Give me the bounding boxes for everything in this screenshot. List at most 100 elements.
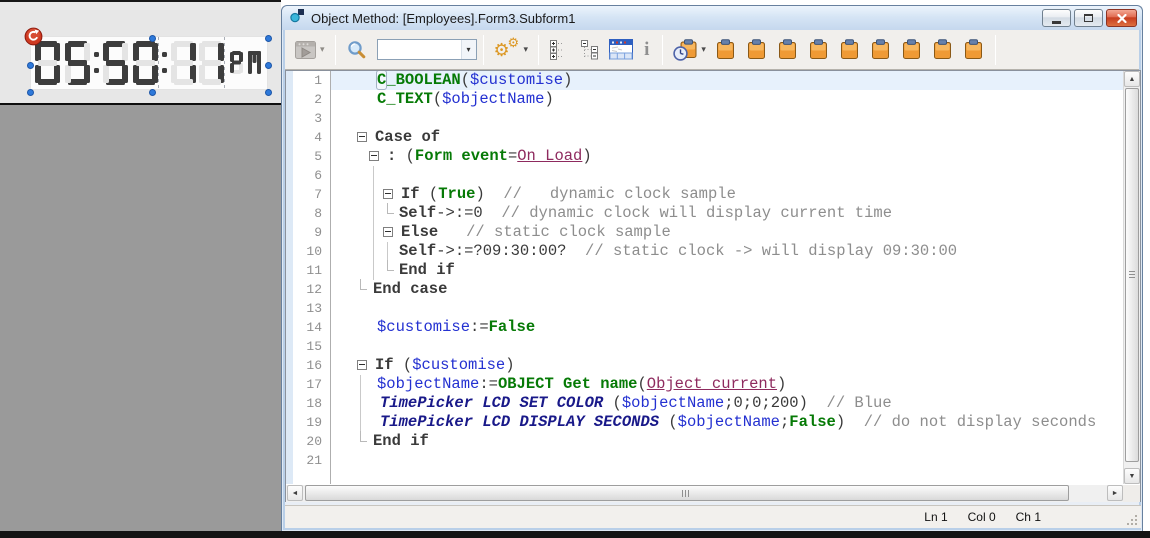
clipboard-button-6[interactable]	[869, 34, 892, 64]
fold-toggle-icon[interactable]	[357, 132, 367, 142]
method-properties-button[interactable]: ⚙ ⚙ ▾	[492, 35, 531, 65]
code-line[interactable]: Case of	[331, 128, 1123, 147]
selection-handle[interactable]	[27, 89, 34, 96]
code-token: // static clock sample	[466, 223, 671, 241]
code-line[interactable]	[331, 451, 1123, 470]
selection-handle[interactable]	[149, 35, 156, 42]
selection-handle[interactable]	[149, 89, 156, 96]
code-line[interactable]: End if	[331, 261, 1123, 280]
collapse-all-button[interactable]	[577, 35, 603, 65]
search-button[interactable]	[344, 35, 369, 65]
resize-grip-icon[interactable]	[1125, 513, 1137, 525]
scroll-right-button[interactable]: ►	[1107, 485, 1123, 501]
code-token: $customise	[470, 71, 563, 89]
macros-button[interactable]	[607, 35, 635, 65]
vertical-scrollbar[interactable]: ▲ ▼	[1123, 71, 1140, 484]
horizontal-scroll-thumb[interactable]	[305, 485, 1069, 501]
code-token: (	[420, 185, 439, 203]
code-token: False	[789, 413, 836, 431]
search-combo-arrow-icon[interactable]: ▾	[461, 40, 476, 59]
code-line[interactable]: If (True) // dynamic clock sample	[331, 185, 1123, 204]
selection-handle[interactable]	[265, 35, 272, 42]
clipboard-button-5[interactable]	[838, 34, 861, 64]
code-token: $customise	[412, 356, 505, 374]
code-token: )	[582, 147, 591, 165]
code-line[interactable]: C_BOOLEAN($customise)	[331, 71, 1123, 90]
code-line[interactable]	[331, 299, 1123, 318]
code-token: If	[375, 356, 394, 374]
indent-guide	[373, 166, 374, 185]
scroll-up-button[interactable]: ▲	[1124, 71, 1140, 87]
code-line[interactable]: If ($customise)	[331, 356, 1123, 375]
run-dropdown-icon[interactable]: ▾	[320, 44, 325, 55]
code-token: (	[637, 375, 646, 393]
code-line[interactable]: $objectName:=OBJECT Get name(Object curr…	[331, 375, 1123, 394]
code-line[interactable]: End if	[331, 432, 1123, 451]
search-input[interactable]	[378, 40, 461, 59]
clipboard-button-9[interactable]	[962, 34, 985, 64]
maximize-button[interactable]	[1074, 9, 1103, 27]
code-token: ->:=0	[436, 204, 501, 222]
code-token: Case of	[375, 128, 440, 146]
close-button[interactable]	[1106, 9, 1137, 27]
paste-history-dropdown-icon[interactable]: ▾	[701, 44, 706, 55]
selection-handle[interactable]	[27, 62, 34, 69]
scroll-down-button[interactable]: ▼	[1124, 468, 1140, 484]
code-line[interactable]: TimePicker LCD SET COLOR ($objectName;0;…	[331, 394, 1123, 413]
scroll-left-button[interactable]: ◄	[287, 485, 303, 501]
code-token: End if	[399, 261, 455, 279]
clipboard-button-8[interactable]	[931, 34, 954, 64]
clipboard-button-7[interactable]	[900, 34, 923, 64]
code-line[interactable]	[331, 109, 1123, 128]
caret-position-fields: Ln 1 Col 0 Ch 1	[924, 510, 1041, 524]
timepicker-lcd-widget[interactable]	[30, 36, 268, 90]
code-line[interactable]	[331, 166, 1123, 185]
clipboard-button-1[interactable]	[714, 34, 737, 64]
gears-icon: ⚙ ⚙	[494, 37, 521, 63]
breakpoint-margin[interactable]	[286, 71, 293, 484]
selection-handle[interactable]	[265, 62, 272, 69]
fold-toggle-icon[interactable]	[383, 227, 393, 237]
code-line[interactable]: Self->:=?09:30:00? // static clock -> wi…	[331, 242, 1123, 261]
clipboard-buttons	[710, 34, 989, 65]
expand-all-icon	[549, 39, 571, 60]
toolbar-separator	[662, 35, 663, 65]
fold-toggle-icon[interactable]	[357, 360, 367, 370]
vertical-scroll-thumb[interactable]	[1125, 88, 1139, 462]
paste-history-menu-button[interactable]: ▾	[671, 35, 708, 65]
clipboard-button-2[interactable]	[745, 34, 768, 64]
fold-toggle-icon[interactable]	[383, 189, 393, 199]
search-combobox[interactable]: ▾	[377, 39, 477, 60]
code-token: :=	[479, 375, 498, 393]
clipboard-button-4[interactable]	[807, 34, 830, 64]
fold-toggle-icon[interactable]	[369, 151, 379, 161]
properties-dropdown-icon[interactable]: ▾	[524, 44, 529, 55]
code-line[interactable]: C_TEXT($objectName)	[331, 90, 1123, 109]
scroll-thumb-grip-icon	[1129, 271, 1135, 280]
title-bar[interactable]: Object Method: [Employees].Form3.Subform…	[282, 6, 1142, 30]
code-line[interactable]: $customise:=False	[331, 318, 1123, 337]
code-line[interactable]	[331, 337, 1123, 356]
code-token: )	[563, 71, 572, 89]
object-method-badge-icon[interactable]	[24, 27, 43, 46]
code-area[interactable]: C_BOOLEAN($customise)C_TEXT($objectName)…	[331, 71, 1123, 484]
code-line[interactable]: TimePicker LCD DISPLAY SECONDS ($objectN…	[331, 413, 1123, 432]
code-line[interactable]: Self->:=0 // dynamic clock will display …	[331, 204, 1123, 223]
scroll-right-icon: ►	[1112, 490, 1119, 497]
horizontal-scrollbar[interactable]: ◄ ►	[286, 485, 1123, 502]
expand-all-button[interactable]	[547, 35, 573, 65]
line-number-gutter[interactable]: 123456789101112131415161718192021	[286, 71, 331, 484]
code-line[interactable]: Else // static clock sample	[331, 223, 1123, 242]
selection-handle[interactable]	[265, 89, 272, 96]
close-icon	[1117, 14, 1127, 23]
minimize-button[interactable]	[1042, 9, 1071, 27]
run-method-button[interactable]: ▾	[293, 35, 327, 65]
clipboard-button-3[interactable]	[776, 34, 799, 64]
code-line[interactable]: : (Form event=On Load)	[331, 147, 1123, 166]
block-end-mark	[360, 279, 367, 290]
window-controls	[1039, 9, 1137, 27]
status-bar: Ln 1 Col 0 Ch 1	[285, 505, 1141, 528]
code-line[interactable]: End case	[331, 280, 1123, 299]
method-window-icon	[290, 8, 305, 28]
info-button[interactable]: i	[639, 35, 654, 65]
